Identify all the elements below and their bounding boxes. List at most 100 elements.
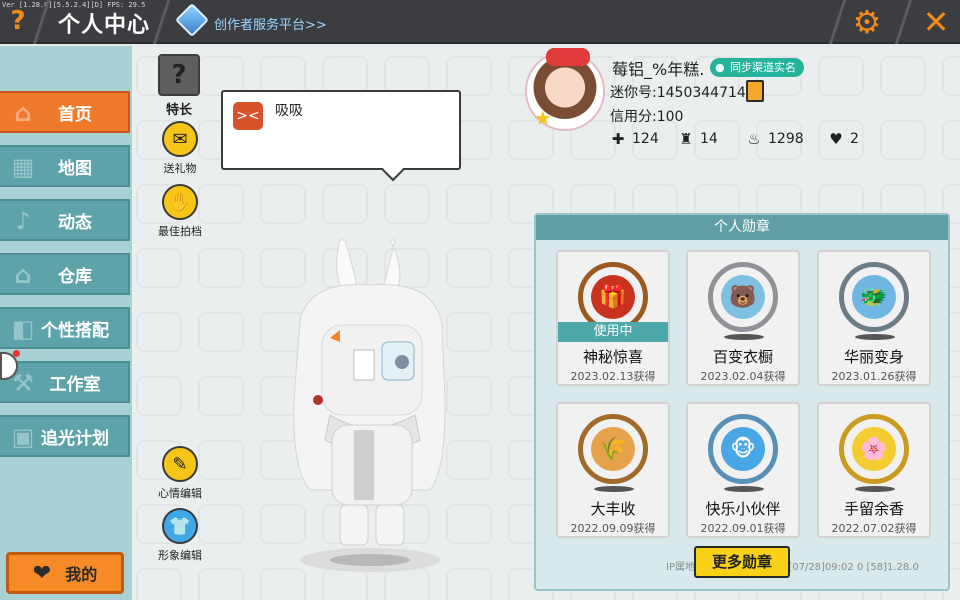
sidebar-item-map[interactable]: ▦ 地图 — [0, 145, 130, 187]
stat-value: 124 — [632, 131, 659, 147]
pattern-tile — [446, 184, 492, 224]
realname-badge[interactable]: 同步渠道实名 — [710, 58, 804, 77]
mine-button[interactable]: ❤ 我的 — [6, 552, 124, 594]
badge-name: 百变衣橱 — [712, 348, 773, 366]
stat-value: 14 — [700, 131, 718, 147]
pattern-tile — [260, 184, 306, 224]
divider — [894, 0, 913, 44]
badge-name: 快乐小伙伴 — [705, 500, 781, 518]
mood-edit-button[interactable]: ✎ 心情编辑 — [150, 446, 210, 501]
badge-date: 2022.09.09获得 — [570, 522, 656, 535]
stat-popularity[interactable]: ♨ 1298 — [746, 131, 828, 147]
pattern-tile — [818, 56, 864, 96]
page-title: 个人中心 — [58, 13, 151, 38]
mood-edit-label: 心情编辑 — [158, 487, 202, 500]
stat-friends[interactable]: ♥ 2 — [828, 131, 896, 147]
pattern-tile — [322, 184, 368, 224]
sidebar-item-outfit[interactable]: ◧ 个性搭配 — [0, 307, 130, 349]
sidebar-item-label: 个性搭配 — [41, 320, 109, 341]
badge-panel-title: 个人勋章 — [536, 215, 948, 240]
in-use-label: 使用中 — [558, 322, 668, 342]
badge-emblem: 🎁 — [591, 275, 635, 319]
pattern-tile — [198, 376, 244, 416]
sidebar-item-label: 仓库 — [58, 266, 92, 287]
more-badges-button[interactable]: 更多勋章 — [694, 546, 790, 578]
pattern-tile — [198, 312, 244, 352]
fans-icon: ♜ — [679, 130, 693, 148]
top-bar: Ver [1.28.0][5.5.2.4][D] FPS: 29.5 ? 个人中… — [0, 0, 960, 44]
sidebar-item-label: 追光计划 — [41, 428, 109, 449]
avatar-edit-button[interactable]: 👕 形象编辑 — [150, 508, 210, 563]
player-name: 莓铝_%年糕. — [612, 60, 705, 79]
stat-likes[interactable]: ✚ 124 — [610, 131, 678, 147]
medal-shadow — [855, 486, 895, 492]
pattern-tile — [384, 184, 430, 224]
sidebar-item-label: 动态 — [58, 212, 92, 233]
settings-gear-icon[interactable]: ⚙ — [850, 5, 884, 39]
badge-medal-icon: 🌸 — [839, 414, 909, 484]
plus-icon: ✚ — [611, 130, 625, 148]
badge-card[interactable]: 🐵 快乐小伙伴 2022.09.01获得 — [686, 402, 800, 538]
badge-card[interactable]: 🌸 手留余香 2022.07.02获得 — [817, 402, 931, 538]
badge-emblem: 🐵 — [721, 427, 765, 471]
stat-fans[interactable]: ♜ 14 — [678, 131, 746, 147]
sidebar: ⌂ 首页 ▦ 地图 ♪ 动态 ⌂ 仓库 ◧ 个性搭配 ⚒ 工作室 ▣ 追光计划 — [0, 46, 132, 600]
badge-card[interactable]: 🐲 华丽变身 2023.01.26获得 — [817, 250, 931, 386]
question-icon: ? — [158, 54, 200, 96]
badge-name: 华丽变身 — [843, 348, 904, 366]
badge-emblem: 🌾 — [591, 427, 635, 471]
specialty-label: 特长 — [165, 103, 192, 118]
badge-name: 神秘惊喜 — [582, 348, 643, 366]
creator-platform-icon[interactable] — [175, 3, 209, 37]
send-gift-button[interactable]: ✉ 送礼物 — [150, 121, 210, 176]
pattern-tile — [198, 248, 244, 288]
divider — [828, 0, 847, 44]
pattern-tile — [136, 376, 182, 416]
sidebar-item-light-plan[interactable]: ▣ 追光计划 — [0, 415, 130, 457]
notification-dot — [13, 350, 20, 357]
copy-id-icon[interactable] — [746, 80, 764, 102]
player-avatar-character[interactable] — [270, 230, 470, 580]
mood-face-icon: >< — [233, 102, 263, 130]
badge-card[interactable]: 🌾 大丰收 2022.09.09获得 — [556, 402, 670, 538]
edit-icon: ✎ — [162, 446, 198, 482]
medal-shadow — [724, 334, 764, 340]
medal-shadow — [724, 486, 764, 492]
badge-card[interactable]: 🐻 百变衣橱 2023.02.04获得 — [686, 250, 800, 386]
pattern-tile — [136, 248, 182, 288]
help-button[interactable]: ? — [4, 6, 32, 36]
badge-date: 2023.02.04获得 — [700, 370, 786, 383]
badge-medal-icon: 🌾 — [578, 414, 648, 484]
home-icon: ⌂ — [14, 99, 32, 127]
pattern-tile — [880, 56, 926, 96]
sidebar-item-home[interactable]: ⌂ 首页 — [0, 91, 130, 133]
pattern-tile — [942, 56, 960, 96]
divider — [152, 0, 171, 44]
profile-stats: ✚ 124 ♜ 14 ♨ 1298 ♥ 2 — [610, 131, 896, 147]
best-partner-button[interactable]: ✋ 最佳拍档 — [150, 184, 210, 239]
sidebar-item-feed[interactable]: ♪ 动态 — [0, 199, 130, 241]
mood-bubble[interactable]: >< 吸吸 — [221, 90, 461, 170]
badge-emblem: 🐲 — [852, 275, 896, 319]
sidebar-item-studio[interactable]: ⚒ 工作室 — [0, 361, 130, 403]
badge-panel: 个人勋章 🎁 使用中 神秘惊喜 2023.02.13获得 🐻 百变衣橱 2023.02.04… — [534, 213, 950, 591]
best-partner-label: 最佳拍档 — [158, 225, 202, 238]
star-icon: ★ — [534, 106, 552, 130]
bow-decoration — [546, 48, 590, 66]
close-button[interactable]: ✕ — [916, 3, 956, 41]
profile-avatar[interactable]: ★ — [527, 48, 603, 130]
creator-platform-link[interactable]: 创作者服务平台>> — [214, 14, 327, 33]
medal-shadow — [594, 486, 634, 492]
sidebar-item-warehouse[interactable]: ⌂ 仓库 — [0, 253, 130, 295]
handshake-icon: ✋ — [162, 184, 198, 220]
camera-icon: ▣ — [11, 423, 35, 451]
badge-date: 2022.07.02获得 — [831, 522, 917, 535]
badge-card[interactable]: 🎁 使用中 神秘惊喜 2023.02.13获得 — [556, 250, 670, 386]
badge-emblem: 🌸 — [852, 427, 896, 471]
specialty-button[interactable]: ? 特长 — [149, 54, 209, 118]
pattern-tile — [198, 568, 244, 600]
pattern-tile — [136, 568, 182, 600]
sidebar-item-label: 工作室 — [49, 374, 101, 395]
gift-icon: ✉ — [162, 121, 198, 157]
badge-medal-icon: 🐻 — [708, 262, 778, 332]
